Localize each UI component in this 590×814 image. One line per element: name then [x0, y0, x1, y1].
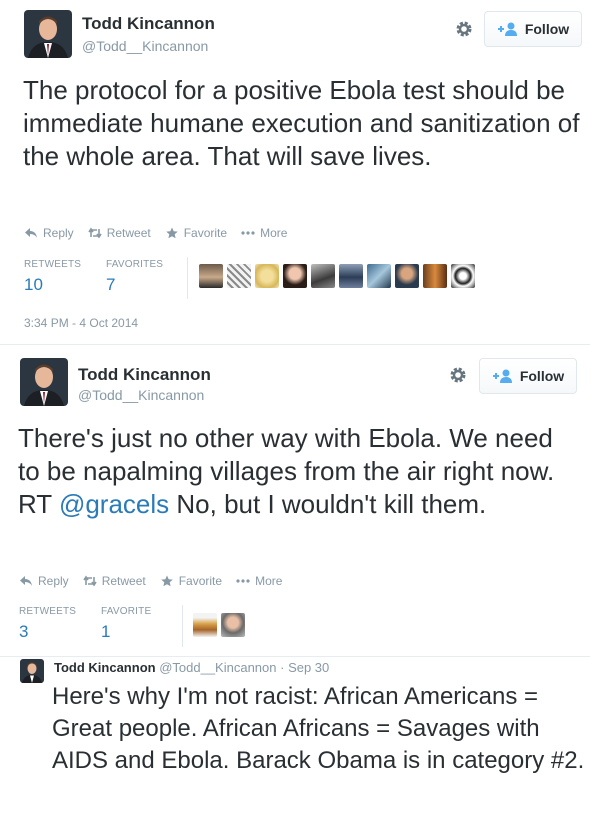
retweet-icon	[88, 227, 102, 239]
follow-button[interactable]: Follow	[484, 11, 582, 47]
follow-button[interactable]: Follow	[479, 358, 577, 394]
favoriter-avatar[interactable]	[221, 613, 245, 637]
favoriter-avatar[interactable]	[339, 264, 363, 288]
avatar[interactable]	[20, 358, 68, 406]
favorites-count: 7	[106, 275, 116, 294]
user-handle[interactable]: @Todd__Kincannon	[159, 660, 276, 675]
follow-label: Follow	[519, 368, 565, 384]
favorite-action[interactable]: Favorite	[165, 226, 227, 240]
stats-divider	[182, 605, 183, 647]
reply-icon	[20, 576, 32, 586]
more-dots-icon	[236, 579, 250, 583]
tweet-date[interactable]: · Sep 30	[280, 660, 329, 675]
retweets-count: 3	[19, 622, 29, 641]
favoriter-avatar[interactable]	[451, 264, 475, 288]
retweets-count: 10	[24, 275, 43, 294]
tweet-1: Todd Kincannon @Todd__Kincannon Follow T…	[0, 0, 590, 345]
favoriter-avatar[interactable]	[423, 264, 447, 288]
user-name[interactable]: Todd Kincannon	[54, 660, 156, 675]
favoriter-avatar[interactable]	[283, 264, 307, 288]
user-handle[interactable]: @Todd__Kincannon	[82, 38, 208, 54]
tweet-3: Todd Kincannon @Todd__Kincannon · Sep 30…	[0, 657, 590, 814]
user-name[interactable]: Todd Kincannon	[82, 14, 215, 34]
stats-divider	[187, 257, 188, 299]
more-label: More	[255, 574, 283, 588]
tweet-header: Todd Kincannon @Todd__Kincannon · Sep 30	[54, 660, 329, 675]
favorites-count: 1	[101, 622, 111, 641]
reply-label: Reply	[43, 226, 74, 240]
tweet-text: The protocol for a positive Ebola test s…	[23, 75, 580, 171]
profile-photo-icon	[20, 659, 44, 683]
favoriter-avatar[interactable]	[395, 264, 419, 288]
favorites-label: FAVORITE	[101, 606, 152, 617]
favoriter-avatar[interactable]	[227, 264, 251, 288]
tweet-text: Here's why I'm not racist: African Ameri…	[52, 683, 585, 774]
reply-icon	[25, 228, 37, 238]
gear-icon[interactable]	[454, 19, 474, 39]
star-icon	[160, 575, 173, 587]
user-name[interactable]: Todd Kincannon	[78, 365, 211, 385]
favoriter-avatar[interactable]	[367, 264, 391, 288]
gear-icon[interactable]	[448, 365, 468, 385]
favorites-stat[interactable]: FAVORITE 1	[101, 606, 151, 642]
favoriter-avatars	[193, 613, 245, 637]
tweet-stats: RETWEETS 10 FAVORITES 7	[24, 259, 163, 295]
tweet-actions: Reply Retweet Favorite More	[19, 574, 282, 588]
retweets-label: RETWEETS	[19, 606, 77, 617]
retweets-stat[interactable]: RETWEETS 10	[24, 259, 106, 295]
retweet-action[interactable]: Retweet	[88, 226, 151, 240]
favoriter-avatar[interactable]	[193, 613, 217, 637]
mention-link[interactable]: @gracels	[59, 489, 169, 519]
retweet-label: Retweet	[106, 226, 151, 240]
retweets-stat[interactable]: RETWEETS 3	[19, 606, 101, 642]
follow-label: Follow	[524, 21, 570, 37]
tweet-actions: Reply Retweet Favorite More	[24, 226, 287, 240]
reply-action[interactable]: Reply	[24, 226, 74, 240]
more-dots-icon	[241, 231, 255, 235]
avatar[interactable]	[20, 659, 44, 683]
favorites-stat[interactable]: FAVORITES 7	[106, 259, 163, 295]
tweet-2: Todd Kincannon @Todd__Kincannon Follow T…	[0, 345, 590, 657]
tweet-timestamp[interactable]: 3:34 PM - 4 Oct 2014	[24, 316, 138, 330]
star-icon	[165, 227, 178, 239]
tweet-text: There's just no other way with Ebola. We…	[18, 422, 578, 521]
more-label: More	[260, 226, 288, 240]
favorite-label: Favorite	[183, 226, 228, 240]
more-action[interactable]: More	[236, 574, 282, 588]
tweet-stats: RETWEETS 3 FAVORITE 1	[19, 606, 151, 642]
tweet-text-part: No, but I wouldn't kill them.	[169, 489, 487, 519]
follow-person-icon	[497, 22, 519, 36]
favoriter-avatar[interactable]	[199, 264, 223, 288]
favorites-label: FAVORITES	[106, 259, 164, 270]
profile-photo-icon	[20, 358, 68, 406]
user-handle[interactable]: @Todd__Kincannon	[78, 387, 204, 403]
favoriter-avatar[interactable]	[255, 264, 279, 288]
retweet-icon	[83, 575, 97, 587]
retweets-label: RETWEETS	[24, 259, 82, 270]
reply-label: Reply	[38, 574, 69, 588]
retweet-label: Retweet	[101, 574, 146, 588]
reply-action[interactable]: Reply	[19, 574, 69, 588]
favorite-label: Favorite	[178, 574, 223, 588]
more-action[interactable]: More	[241, 226, 287, 240]
retweet-action[interactable]: Retweet	[83, 574, 146, 588]
favoriter-avatars	[199, 264, 475, 288]
favoriter-avatar[interactable]	[311, 264, 335, 288]
profile-photo-icon	[24, 10, 72, 58]
favorite-action[interactable]: Favorite	[160, 574, 222, 588]
follow-person-icon	[492, 369, 514, 383]
avatar[interactable]	[24, 10, 72, 58]
